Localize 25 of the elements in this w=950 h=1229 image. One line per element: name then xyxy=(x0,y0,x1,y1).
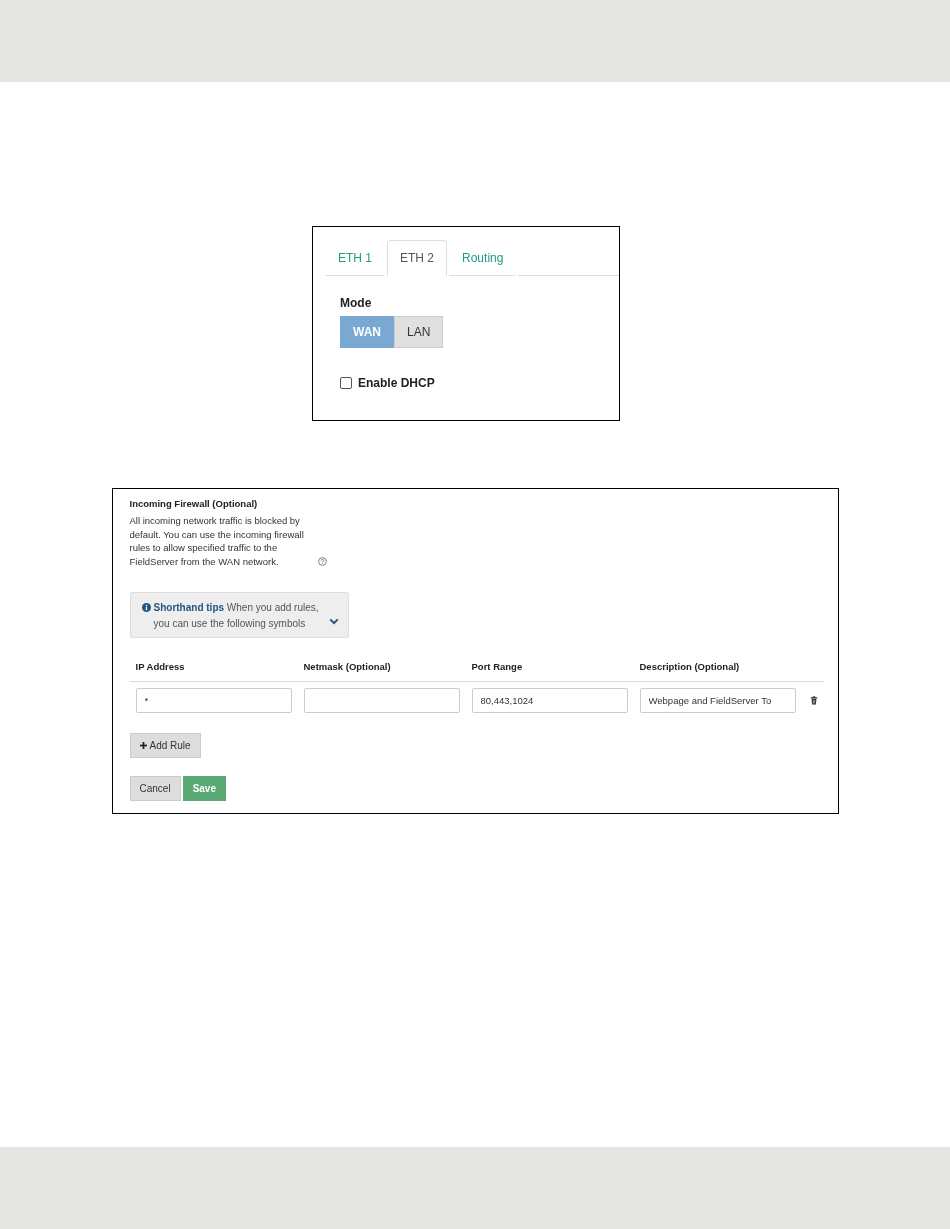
help-icon[interactable] xyxy=(317,557,327,566)
tab[interactable]: Routing xyxy=(449,240,517,276)
mode-toggle-button[interactable]: LAN xyxy=(394,316,444,348)
cancel-button[interactable]: Cancel xyxy=(129,776,181,801)
plus-icon xyxy=(139,742,147,749)
checkbox[interactable] xyxy=(340,377,352,389)
trash-icon[interactable] xyxy=(809,696,818,705)
chevron-icon[interactable] xyxy=(328,618,339,625)
input-field[interactable]: Webpage and FieldServer To xyxy=(639,688,796,713)
add-rule-button[interactable]: Add Rule xyxy=(129,733,201,758)
mode-label: Mode xyxy=(340,296,372,310)
column-header: Netmask (Optional) xyxy=(303,661,392,672)
column-header: Description (Optional) xyxy=(639,661,741,672)
tips-panel[interactable]: Shorthand tips When you add rules, you can use the following symbols xyxy=(129,592,349,638)
checkbox-label: Enable DHCP xyxy=(358,376,435,390)
section-title: Incoming Firewall (Optional) xyxy=(129,498,258,509)
input-field[interactable]: * xyxy=(135,688,292,713)
tips-text: Shorthand tips When you add rules, you can use the following symbols xyxy=(153,601,320,631)
description-text: All incoming network traffic is blocked by default. You can use the incoming firewall rules to allow specified traffic to the FieldServer from the WAN network. xyxy=(129,514,305,568)
info-icon xyxy=(141,603,151,612)
input-field[interactable]: 80,443,1024 xyxy=(471,688,628,713)
column-header: IP Address xyxy=(135,661,186,672)
input-field[interactable] xyxy=(303,688,460,713)
column-header: Port Range xyxy=(471,661,524,672)
tab[interactable]: ETH 2 xyxy=(387,240,448,276)
